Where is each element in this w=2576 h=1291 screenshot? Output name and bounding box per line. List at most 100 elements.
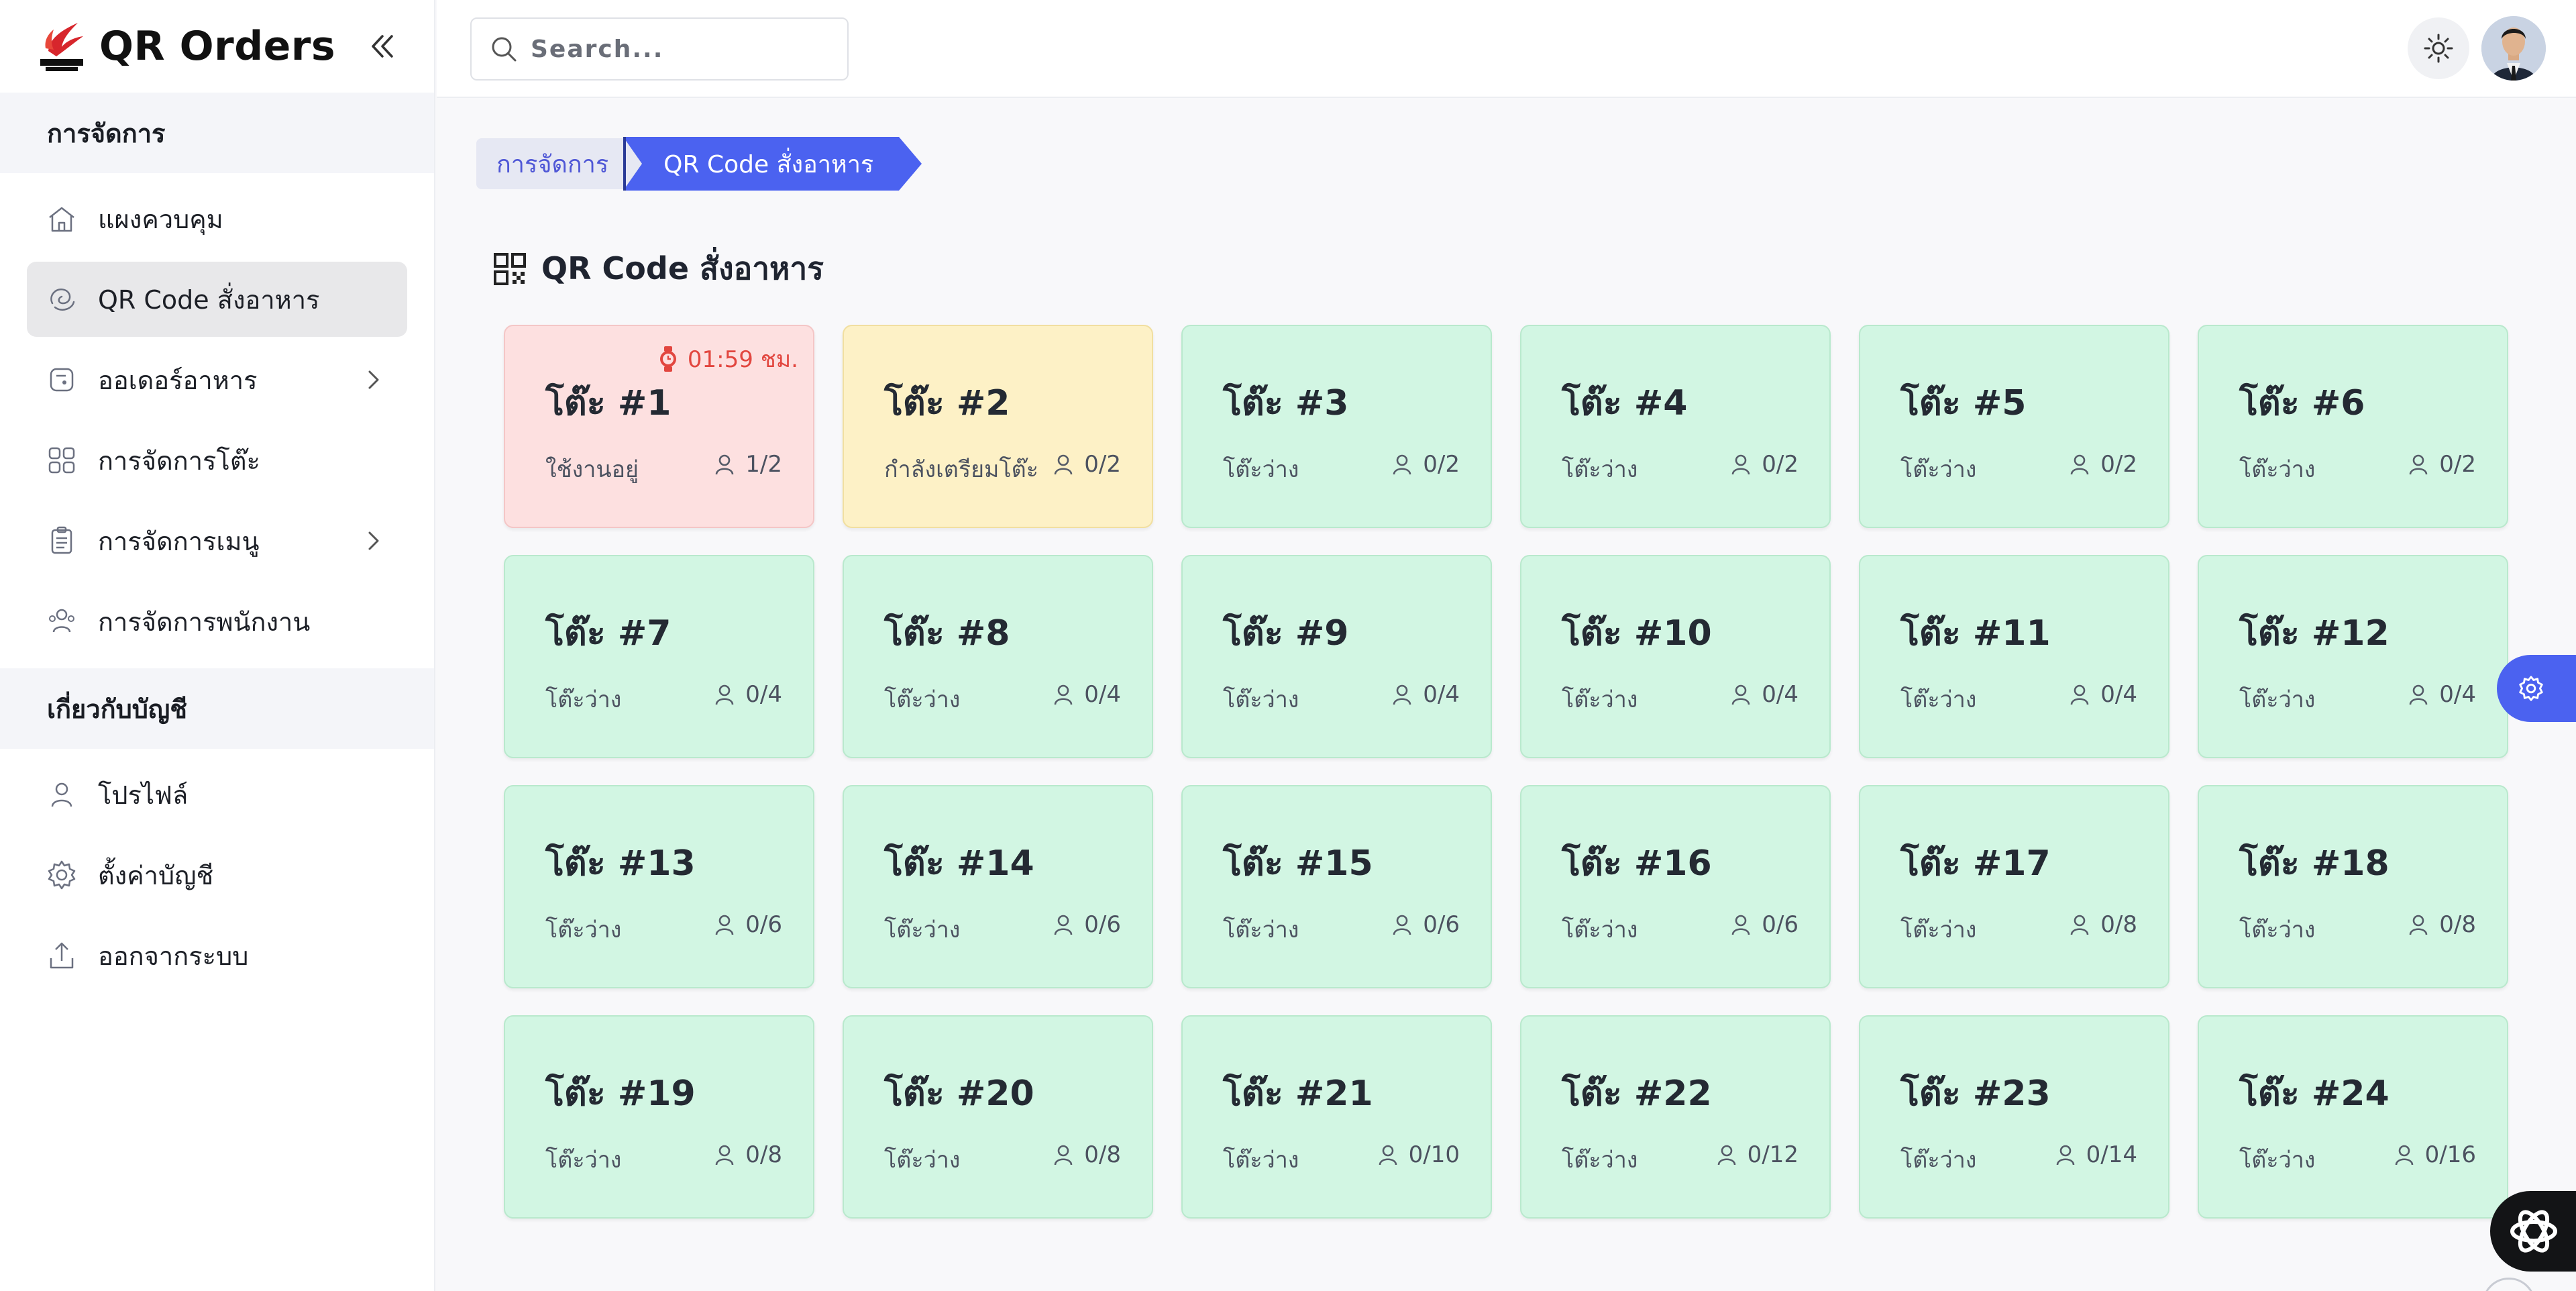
table-card[interactable]: โต๊ะ #22 โต๊ะว่าง 0/12 [1520,1015,1831,1219]
table-status: โต๊ะว่าง [884,917,961,943]
table-card[interactable]: โต๊ะ #6 โต๊ะว่าง 0/2 [2198,325,2508,528]
table-card[interactable]: โต๊ะ #16 โต๊ะว่าง 0/6 [1520,785,1831,988]
sidebar-item-label: ออเดอร์อาหาร [98,365,258,395]
table-status: โต๊ะว่าง [2239,686,2316,713]
gear-icon [2519,676,2543,701]
floating-settings-button[interactable] [2497,655,2576,722]
table-card[interactable]: โต๊ะ #24 โต๊ะว่าง 0/16 [2198,1015,2508,1219]
theme-toggle-button[interactable] [2408,17,2469,79]
sidebar-item-label: โปรไฟล์ [98,780,189,810]
table-card[interactable]: โต๊ะ #20 โต๊ะว่าง 0/8 [843,1015,1153,1219]
sidebar-item-menu-management[interactable]: การจัดการเมนู [27,503,407,578]
table-grid: 01:59 ชม. โต๊ะ #1 ใช้งานอยู่ 1/2 โต๊ะ #2 กำลั… [504,325,2508,1219]
table-card[interactable]: โต๊ะ #21 โต๊ะว่าง 0/10 [1181,1015,1492,1219]
table-capacity: 0/2 [2068,451,2137,478]
table-capacity: 0/4 [713,681,782,708]
table-status: โต๊ะว่าง [884,686,961,713]
user-avatar-photo [2481,16,2546,81]
sidebar-item-food-orders[interactable]: ออเดอร์อาหาร [27,342,407,417]
table-card[interactable]: โต๊ะ #8 โต๊ะว่าง 0/4 [843,555,1153,758]
account-nav: โปรไฟล์ ตั้งค่าบัญชี ออกจากระบบ [0,749,434,1002]
table-name: โต๊ะ #16 [1562,843,1712,884]
table-status: โต๊ะว่าง [1223,686,1299,713]
breadcrumb-item-management[interactable]: การจัดการ [476,138,627,189]
table-card[interactable]: โต๊ะ #10 โต๊ะว่าง 0/4 [1520,555,1831,758]
capacity-text: 0/6 [745,911,782,938]
table-card[interactable]: 01:59 ชม. โต๊ะ #1 ใช้งานอยู่ 1/2 [504,325,814,528]
table-card[interactable]: โต๊ะ #18 โต๊ะว่าง 0/8 [2198,785,2508,988]
capacity-text: 0/2 [2100,451,2137,478]
table-capacity: 0/6 [713,911,782,938]
person-icon [1393,684,1411,705]
scroll-indicator[interactable] [2482,1278,2536,1291]
table-capacity: 0/16 [2393,1141,2476,1168]
sidebar-item-label: แผงควบคุม [98,204,223,234]
breadcrumb-item-current: QR Code สั่งอาหาร [623,137,922,191]
person-icon [1717,1145,1735,1166]
logout-icon [44,938,79,973]
person-icon [1731,684,1750,705]
search-input[interactable] [531,35,826,63]
table-card[interactable]: โต๊ะ #15 โต๊ะว่าง 0/6 [1181,785,1492,988]
qr-code-icon [494,252,526,285]
person-icon [715,454,734,475]
table-card[interactable]: โต๊ะ #14 โต๊ะว่าง 0/6 [843,785,1153,988]
person-icon [1054,454,1073,475]
table-card[interactable]: โต๊ะ #23 โต๊ะว่าง 0/14 [1859,1015,2169,1219]
sidebar-item-label: การจัดการโต๊ะ [98,446,260,476]
capacity-text: 0/2 [1423,451,1460,478]
app-logo[interactable] [36,17,87,75]
collapse-sidebar-button[interactable] [368,30,397,63]
avatar[interactable] [2481,16,2546,81]
table-card[interactable]: โต๊ะ #17 โต๊ะว่าง 0/8 [1859,785,2169,988]
table-status: โต๊ะว่าง [1900,1147,1977,1174]
sidebar-item-label: การจัดการพนักงาน [98,607,311,637]
table-name: โต๊ะ #22 [1562,1074,1712,1114]
sidebar-item-account-settings[interactable]: ตั้งค่าบัญชี [27,837,407,913]
sidebar-item-table-management[interactable]: การจัดการโต๊ะ [27,423,407,498]
sidebar-item-staff-management[interactable]: การจัดการพนักงาน [27,584,407,659]
sidebar-item-label: การจัดการเมนู [98,526,260,556]
table-name: โต๊ะ #15 [1223,843,1373,884]
sidebar: QR Orders การจัดการ แผงควบคุม QR Code สั… [0,0,435,1291]
person-icon [1379,1145,1397,1166]
breadcrumb-current-label: QR Code สั่งอาหาร [663,150,874,178]
table-status: โต๊ะว่าง [1223,917,1299,943]
table-card[interactable]: โต๊ะ #2 กำลังเตรียมโต๊ะ 0/2 [843,325,1153,528]
table-name: โต๊ะ #17 [1900,843,2051,884]
table-capacity: 0/4 [1052,681,1121,708]
table-card[interactable]: โต๊ะ #5 โต๊ะว่าง 0/2 [1859,325,2169,528]
sidebar-item-qr-code[interactable]: QR Code สั่งอาหาร [27,262,407,337]
capacity-text: 0/4 [745,681,782,708]
table-card[interactable]: โต๊ะ #19 โต๊ะว่าง 0/8 [504,1015,814,1219]
table-name: โต๊ะ #12 [2239,613,2390,654]
table-card[interactable]: โต๊ะ #13 โต๊ะว่าง 0/6 [504,785,814,988]
search-box[interactable] [470,17,849,81]
table-card[interactable]: โต๊ะ #11 โต๊ะว่าง 0/4 [1859,555,2169,758]
table-name: โต๊ะ #14 [884,843,1034,884]
sidebar-item-dashboard[interactable]: แผงควบคุม [27,181,407,256]
search-icon [492,37,517,62]
capacity-text: 0/10 [1408,1141,1460,1168]
management-nav: แผงควบคุม QR Code สั่งอาหาร ออเดอร์อาหาร… [0,173,434,668]
table-card[interactable]: โต๊ะ #9 โต๊ะว่าง 0/4 [1181,555,1492,758]
person-icon [1393,915,1411,935]
gear-icon [44,858,79,892]
table-card[interactable]: โต๊ะ #3 โต๊ะว่าง 0/2 [1181,325,1492,528]
app-title: QR Orders [99,23,336,70]
table-status: โต๊ะว่าง [1562,456,1638,483]
table-card[interactable]: โต๊ะ #4 โต๊ะว่าง 0/2 [1520,325,1831,528]
table-card[interactable]: โต๊ะ #7 โต๊ะว่าง 0/4 [504,555,814,758]
table-capacity: 0/2 [1052,451,1121,478]
assistant-chat-button[interactable] [2490,1191,2576,1272]
top-bar [437,0,2576,98]
sidebar-item-logout[interactable]: ออกจากระบบ [27,918,407,993]
table-capacity: 0/6 [1052,911,1121,938]
capacity-text: 0/8 [745,1141,782,1168]
order-icon [44,362,79,397]
table-status: โต๊ะว่าง [1562,686,1638,713]
table-name: โต๊ะ #10 [1562,613,1712,654]
table-card[interactable]: โต๊ะ #12 โต๊ะว่าง 0/4 [2198,555,2508,758]
table-capacity: 0/4 [2068,681,2137,708]
sidebar-item-profile[interactable]: โปรไฟล์ [27,757,407,832]
